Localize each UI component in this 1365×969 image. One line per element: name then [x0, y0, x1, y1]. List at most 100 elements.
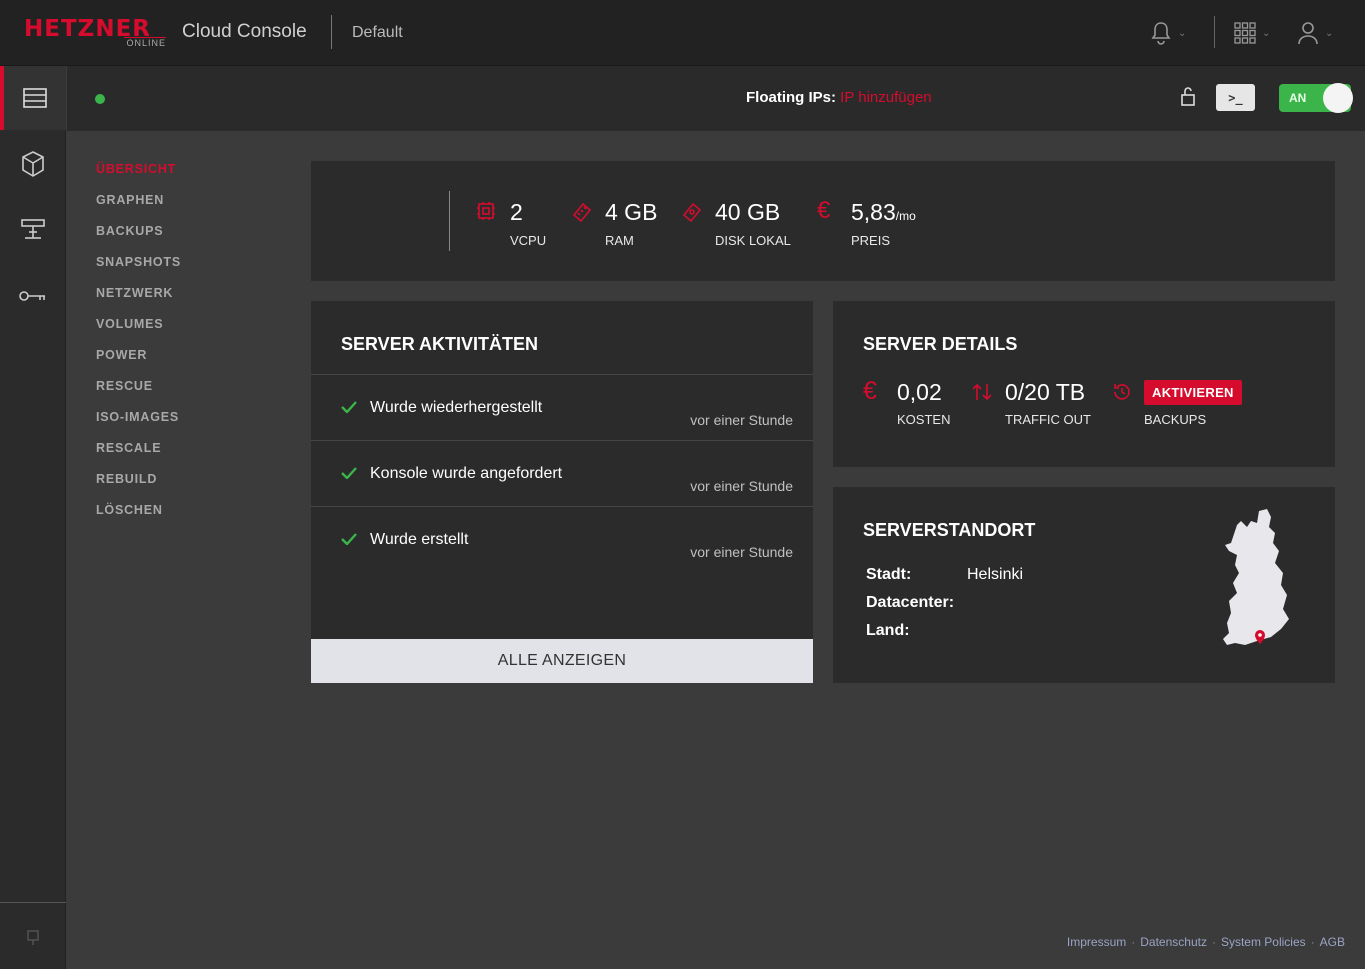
subnav-item[interactable]: ÜBERSICHT	[96, 162, 181, 193]
disk-value: 40 GB	[715, 199, 781, 225]
add-ip-link[interactable]: IP hinzufügen	[840, 89, 931, 106]
top-bar: HETZNER ONLINE Cloud Console Default ⌄ ⌄…	[0, 0, 1365, 66]
city-value: Helsinki	[967, 566, 1024, 583]
console-button[interactable]: >_	[1216, 84, 1255, 111]
header-divider	[331, 15, 332, 49]
rail-collapse[interactable]	[0, 906, 66, 969]
datacenter-label: Datacenter:	[866, 594, 955, 611]
activity-row: Wurde wiederhergestellt vor einer Stunde	[311, 374, 813, 440]
footer-link[interactable]: AGB	[1320, 935, 1345, 949]
traffic-arrows-icon	[972, 383, 992, 401]
server-location-card: SERVERSTANDORT Stadt: Helsinki Datacenter…	[833, 487, 1335, 683]
server-activities-card: SERVER AKTIVITÄTEN Wurde wiederhergestel…	[311, 301, 813, 683]
power-toggle[interactable]: AN	[1279, 83, 1353, 113]
country-label: Land:	[866, 622, 910, 639]
hetzner-logo[interactable]: HETZNER ONLINE	[24, 16, 166, 50]
pin-icon	[27, 930, 39, 945]
footer-separator: ·	[1211, 935, 1216, 949]
network-icon	[21, 219, 45, 239]
location-city-row: Stadt: Helsinki	[866, 566, 1023, 584]
price-value: 5,83/mo	[851, 199, 916, 226]
city-label: Stadt:	[866, 566, 912, 583]
backup-history-icon	[1114, 384, 1130, 400]
protection-button[interactable]	[1181, 86, 1195, 111]
toggle-knob	[1323, 83, 1353, 113]
ram-value: 4 GB	[605, 199, 658, 225]
rail-security[interactable]	[0, 264, 66, 328]
location-pin-icon	[1255, 630, 1265, 644]
chevron-down-icon: ⌄	[1325, 27, 1334, 39]
subnav-item[interactable]: RESCALE	[96, 441, 181, 472]
subnav-item[interactable]: ISO-IMAGES	[96, 410, 181, 441]
ram-label: RAM	[605, 233, 634, 248]
server-status-indicator	[95, 94, 105, 104]
server-specs-card: 2 VCPU 4 GB RAM 40 GB DISK LOKAL € 5,83/…	[311, 161, 1335, 281]
notifications-button[interactable]: ⌄	[1150, 20, 1194, 46]
footer-links: Impressum · Datenschutz · System Policies · AG…	[1067, 935, 1345, 949]
server-subnav: ÜBERSICHT GRAPHEN BACKUPS SNAPSHOTS NETZWERK…	[96, 162, 181, 534]
activity-time: vor einer Stunde	[690, 412, 793, 428]
finland-map	[1223, 509, 1289, 645]
location-datacenter-row: Datacenter:	[866, 594, 967, 612]
subnav-item[interactable]: REBUILD	[96, 472, 181, 503]
subnav-item[interactable]: NETZWERK	[96, 286, 181, 317]
footer-separator: ·	[1131, 935, 1136, 949]
cpu-icon	[477, 202, 495, 220]
user-icon	[1298, 22, 1318, 45]
footer-link[interactable]: Datenschutz	[1140, 935, 1207, 949]
subnav-item[interactable]: BACKUPS	[96, 224, 181, 255]
logo-subtext: ONLINE	[124, 37, 166, 48]
header-separator	[1214, 16, 1215, 48]
floating-ips: Floating IPs: IP hinzufügen	[746, 89, 932, 106]
location-country-row: Land:	[866, 622, 967, 640]
subnav-item[interactable]: SNAPSHOTS	[96, 255, 181, 286]
details-title: SERVER DETAILS	[863, 334, 1018, 354]
floating-ips-label: Floating IPs:	[746, 89, 836, 106]
bell-icon	[1151, 22, 1171, 45]
footer-link[interactable]: System Policies	[1221, 935, 1306, 949]
activity-time: vor einer Stunde	[690, 478, 793, 494]
footer-link[interactable]: Impressum	[1067, 935, 1126, 949]
subnav-item[interactable]: LÖSCHEN	[96, 503, 181, 534]
disk-icon	[682, 202, 702, 223]
backups-label: BACKUPS	[1144, 412, 1207, 427]
check-icon	[341, 533, 357, 545]
subnav-item[interactable]: POWER	[96, 348, 181, 379]
price-unit: /mo	[895, 209, 916, 223]
app-title: Cloud Console	[182, 21, 307, 42]
subnav-item[interactable]: RESCUE	[96, 379, 181, 410]
price-amount: 5,83	[851, 199, 896, 225]
activate-backups-button[interactable]: AKTIVIEREN	[1144, 380, 1242, 405]
cube-icon	[22, 151, 44, 177]
rail-divider	[0, 902, 66, 903]
specs-divider	[449, 191, 450, 251]
activity-row: Wurde erstellt vor einer Stunde	[311, 506, 813, 572]
traffic-label: TRAFFIC OUT	[1005, 412, 1091, 427]
cost-value: 0,02	[897, 379, 942, 405]
euro-icon: €	[817, 197, 831, 224]
apps-menu-button[interactable]: ⌄	[1234, 20, 1278, 46]
subnav-item[interactable]: VOLUMES	[96, 317, 181, 348]
user-menu-button[interactable]: ⌄	[1297, 20, 1341, 46]
rail-networks[interactable]	[0, 198, 66, 262]
project-selector[interactable]: Default	[352, 24, 403, 42]
disk-label: DISK LOKAL	[715, 233, 791, 248]
left-rail	[0, 66, 66, 969]
grid-icon	[1234, 22, 1256, 44]
chevron-down-icon: ⌄	[1262, 27, 1271, 39]
power-label: AN	[1289, 91, 1307, 105]
subnav-item[interactable]: GRAPHEN	[96, 193, 181, 224]
key-icon	[19, 291, 45, 301]
unlock-icon	[1181, 87, 1195, 106]
activity-text: Wurde wiederhergestellt	[370, 399, 543, 416]
show-all-button[interactable]: ALLE ANZEIGEN	[311, 639, 813, 683]
euro-icon: €	[863, 377, 877, 405]
terminal-icon: >_	[1228, 90, 1243, 105]
rail-servers[interactable]	[0, 66, 66, 130]
server-details-card: SERVER DETAILS € 0,02 KOSTEN 0/20 TB TRA…	[833, 301, 1335, 467]
rail-volumes[interactable]	[0, 132, 66, 196]
footer-separator: ·	[1310, 935, 1315, 949]
vcpu-label: VCPU	[510, 233, 547, 248]
cost-label: KOSTEN	[897, 412, 951, 427]
vcpu-value: 2	[510, 199, 523, 225]
